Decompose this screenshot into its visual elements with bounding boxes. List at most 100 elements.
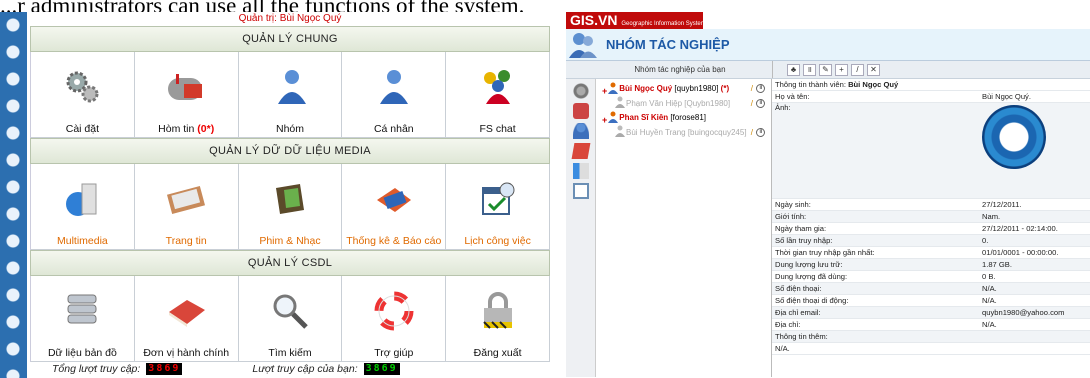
calendar-icon: [476, 177, 520, 221]
side-toolbar: [566, 79, 596, 377]
menu-item-user[interactable]: Cá nhân: [342, 52, 447, 138]
tree-node-label: Bùi Huyền Trang [buingocquy245]: [626, 127, 747, 137]
chat-users-icon: [476, 65, 520, 109]
menu-item-chat-users[interactable]: FS chat: [446, 52, 550, 138]
menu-item-gears[interactable]: Cài đặt: [31, 52, 135, 138]
section-header: QUẢN LÝ CSDL: [30, 250, 550, 276]
info-row: Số lần truy nhập: 0.: [772, 235, 1090, 247]
padlock-icon: [476, 289, 520, 333]
mailbox-icon: [164, 65, 208, 109]
menu-row: Cài đặt Hòm tin (0*) Nhóm Cá nhân FS chat: [30, 52, 550, 138]
admin-label: Quản trị: Bùi Ngọc Quý: [238, 13, 342, 24]
menu-item-lifebuoy[interactable]: Trợ giúp: [342, 276, 447, 362]
info-label: Thời gian truy nhập gần nhất:: [775, 248, 875, 257]
menu-item-news[interactable]: Trang tin: [134, 164, 239, 250]
unread-badge: (0*): [194, 123, 215, 135]
tree-node[interactable]: Phạm Văn Hiệp [Quybn1980] / ॥: [596, 94, 771, 112]
info-value: N/A.: [982, 320, 997, 329]
user-icon: [614, 96, 626, 110]
info-row: Họ và tên: Bùi Ngọc Quý.: [772, 91, 1090, 103]
info-value: N/A.: [982, 296, 997, 305]
pause-icon[interactable]: ॥: [756, 127, 765, 137]
edit-user-icon[interactable]: /: [851, 63, 864, 76]
menu-row: Multimedia Trang tin Phim & Nhạc Thống kê &…: [30, 164, 550, 250]
info-label: Địa chỉ:: [775, 320, 801, 329]
university-logo: [982, 105, 1046, 169]
info-label: Số điện thoại:: [775, 284, 822, 293]
menu-item-label: Đơn vị hành chính: [143, 347, 230, 359]
info-label: Dung lượng đã dùng:: [775, 272, 848, 281]
info-label: Địa chỉ email:: [775, 308, 821, 317]
info-row: Ngày sinh: 27/12/2011.: [772, 199, 1090, 211]
magnifier-icon: [268, 289, 312, 333]
calendar-icon[interactable]: [572, 183, 589, 199]
menu-item-padlock[interactable]: Đăng xuất: [446, 276, 550, 362]
news-icon: [164, 177, 208, 221]
report-icon: [372, 177, 416, 221]
menu-item-multimedia[interactable]: Multimedia: [31, 164, 135, 250]
info-row: Giới tính: Nam.: [772, 211, 1090, 223]
menu-item-report[interactable]: Thống kê & Báo cáo: [342, 164, 447, 250]
total-visits-label: Tổng lượt truy cập:: [52, 363, 141, 375]
pause-icon[interactable]: ॥: [756, 98, 765, 108]
edit-icon[interactable]: /: [751, 84, 753, 93]
page-title: NHÓM TÁC NGHIỆP: [606, 37, 730, 52]
menu-item-magnifier[interactable]: Tìm kiếm: [238, 276, 343, 362]
tree-node[interactable]: Bùi Huyền Trang [buingocquy245] / ॥: [596, 123, 771, 141]
info-row: N/A.: [772, 343, 1090, 355]
multimedia-icon[interactable]: [572, 163, 589, 179]
expand-icon: +: [602, 82, 619, 96]
node-actions: / ॥: [751, 98, 765, 108]
member-info: Thông tin thành viên: Bùi Ngọc Quý Họ và…: [772, 79, 1090, 377]
menu-item-label: Thống kê & Báo cáo: [346, 235, 442, 247]
edit-icon[interactable]: /: [751, 99, 753, 108]
info-row: Ngày tham gia: 27/12/2011 - 02:14:00.: [772, 223, 1090, 235]
menu-item-label: Nhóm: [275, 123, 304, 135]
access-stats: Tổng lượt truy cập: 3869 Lượt truy cập c…: [30, 362, 550, 376]
info-value: 0 B.: [982, 272, 996, 281]
brand-bar: GIS.VN Geographic Information System: [566, 12, 706, 29]
tree-header: Nhóm tác nghiệp của bạn: [634, 65, 726, 74]
info-row: Dung lượng lưu trữ: 1.87 GB.: [772, 259, 1090, 271]
section-header: QUẢN LÝ CHUNG: [30, 26, 550, 52]
menu-item-database[interactable]: Dữ liệu bản đồ: [31, 276, 135, 362]
info-value: 01/01/0001 - 00:00:00.: [982, 248, 1059, 257]
edit-icon[interactable]: ✎: [819, 63, 832, 76]
pause-icon[interactable]: ॥: [756, 84, 765, 93]
book-icon[interactable]: [571, 143, 590, 159]
info-row: Ảnh:: [772, 103, 1090, 199]
add-user-icon[interactable]: +: [835, 63, 848, 76]
menu-item-label: FS chat: [479, 123, 516, 135]
add-member-icon[interactable]: ♣: [787, 63, 800, 76]
menu-item-mailbox[interactable]: Hòm tin (0*): [134, 52, 239, 138]
your-visits-counter: 3869: [363, 363, 400, 375]
film-music-icon: [268, 177, 312, 221]
menu-item-group-user[interactable]: Nhóm: [238, 52, 343, 138]
database-icon: [60, 289, 104, 333]
info-label: Họ và tên:: [775, 92, 810, 101]
menu-item-label: Tìm kiếm: [268, 347, 312, 359]
tree-node[interactable]: + Phan Sĩ Kiên [forose81]: [596, 111, 771, 125]
menu-item-calendar[interactable]: Lịch công việc: [446, 164, 550, 250]
edit-icon[interactable]: /: [751, 128, 753, 137]
pause-icon[interactable]: ॥: [803, 63, 816, 76]
info-value: 27/12/2011.: [982, 200, 1022, 209]
info-label: Ngày tham gia:: [775, 224, 827, 233]
remove-user-icon[interactable]: ✕: [867, 63, 880, 76]
mailbox-icon[interactable]: [572, 103, 589, 119]
info-value: 0.: [982, 236, 989, 245]
user-icon[interactable]: [572, 123, 589, 139]
menu-item-label: Phim & Nhạc: [259, 235, 321, 247]
menu-item-book[interactable]: Đơn vị hành chính: [134, 276, 239, 362]
info-row: Thời gian truy nhập gần nhất: 01/01/0001 …: [772, 247, 1090, 259]
node-actions: / ॥: [751, 127, 765, 137]
info-row: Số điện thoại di động: N/A.: [772, 295, 1090, 307]
your-visits-label: Lượt truy cập của bạn:: [252, 363, 358, 375]
gears-icon[interactable]: [572, 83, 589, 99]
decorative-sidebar: [0, 12, 27, 378]
tree-node[interactable]: + Bùi Ngọc Quý [quybn1980] (*) / ॥: [596, 82, 771, 96]
info-label: Số điện thoại di động:: [775, 296, 849, 305]
menu-item-film-music[interactable]: Phim & Nhạc: [238, 164, 343, 250]
info-row: Số điện thoại: N/A.: [772, 283, 1090, 295]
menu-item-label: Dữ liệu bản đồ: [47, 347, 117, 359]
